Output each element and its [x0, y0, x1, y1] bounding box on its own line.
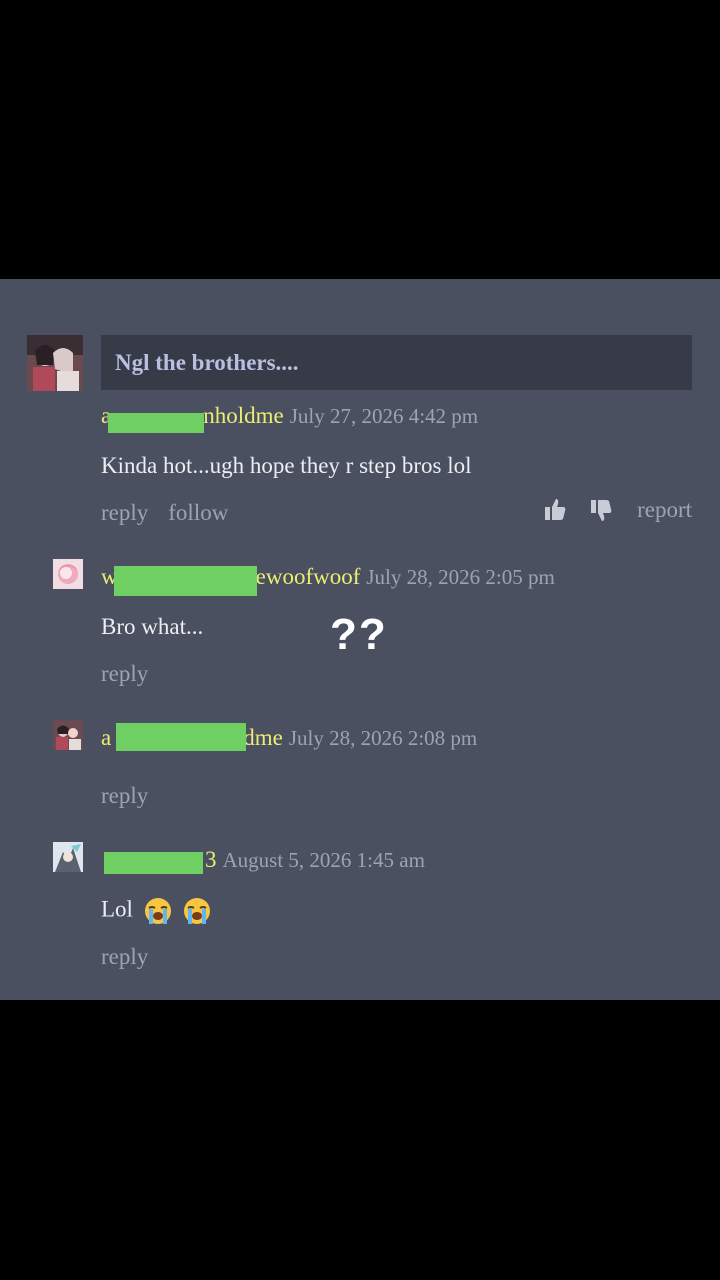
comment-right-actions: report — [543, 497, 692, 523]
dislike-icon[interactable] — [589, 497, 613, 523]
redaction-box — [114, 566, 257, 596]
comment-date: August 5, 2026 1:45 am — [222, 847, 425, 872]
username-link[interactable]: a nholdme — [101, 403, 284, 433]
report-button[interactable]: report — [637, 497, 692, 523]
comment-actions: reply follow — [101, 500, 228, 526]
comment-date: July 28, 2026 2:08 pm — [288, 725, 478, 750]
comment-text: Bro what... — [101, 614, 204, 639]
comment-text: Kinda hot...ugh hope they r step bros lo… — [101, 453, 472, 478]
comment-title-box: Ngl the brothers.... — [101, 335, 692, 390]
username-link[interactable]: a dme — [101, 723, 283, 751]
overlay-question-marks: ?? — [330, 610, 388, 659]
comment-meta: 3 August 5, 2026 1:45 am — [101, 843, 425, 877]
follow-button[interactable]: follow — [168, 500, 228, 526]
avatar[interactable] — [27, 335, 83, 391]
comment-date: July 28, 2026 2:05 pm — [366, 564, 555, 589]
loudly-crying-face-icon — [143, 896, 173, 926]
comment-actions: reply — [101, 944, 148, 970]
comment-date: July 27, 2026 4:42 pm — [289, 403, 479, 428]
redaction-box — [116, 723, 246, 751]
like-icon[interactable] — [543, 497, 567, 523]
avatar[interactable] — [53, 842, 83, 872]
avatar[interactable] — [53, 559, 83, 589]
comment-meta: w ewoofwoof July 28, 2026 2:05 pm — [101, 560, 555, 596]
comment-meta: a dme July 28, 2026 2:08 pm — [101, 721, 477, 755]
comment-meta: a nholdme July 27, 2026 4:42 pm — [101, 399, 478, 433]
comment-actions: reply — [101, 661, 148, 687]
username-link[interactable]: w ewoofwoof — [101, 564, 360, 596]
reply-button[interactable]: reply — [101, 500, 148, 526]
reply-button[interactable]: reply — [101, 661, 148, 687]
reply-button[interactable]: reply — [101, 944, 148, 970]
reply-button[interactable]: reply — [101, 783, 148, 809]
loudly-crying-face-icon — [182, 896, 212, 926]
comment-actions: reply — [101, 783, 148, 809]
username-link[interactable]: 3 — [101, 847, 217, 874]
redaction-box — [104, 852, 203, 874]
comment-text: Lol — [101, 896, 212, 926]
avatar[interactable] — [53, 720, 83, 750]
comment-title: Ngl the brothers.... — [115, 349, 299, 375]
redaction-box — [108, 413, 204, 433]
